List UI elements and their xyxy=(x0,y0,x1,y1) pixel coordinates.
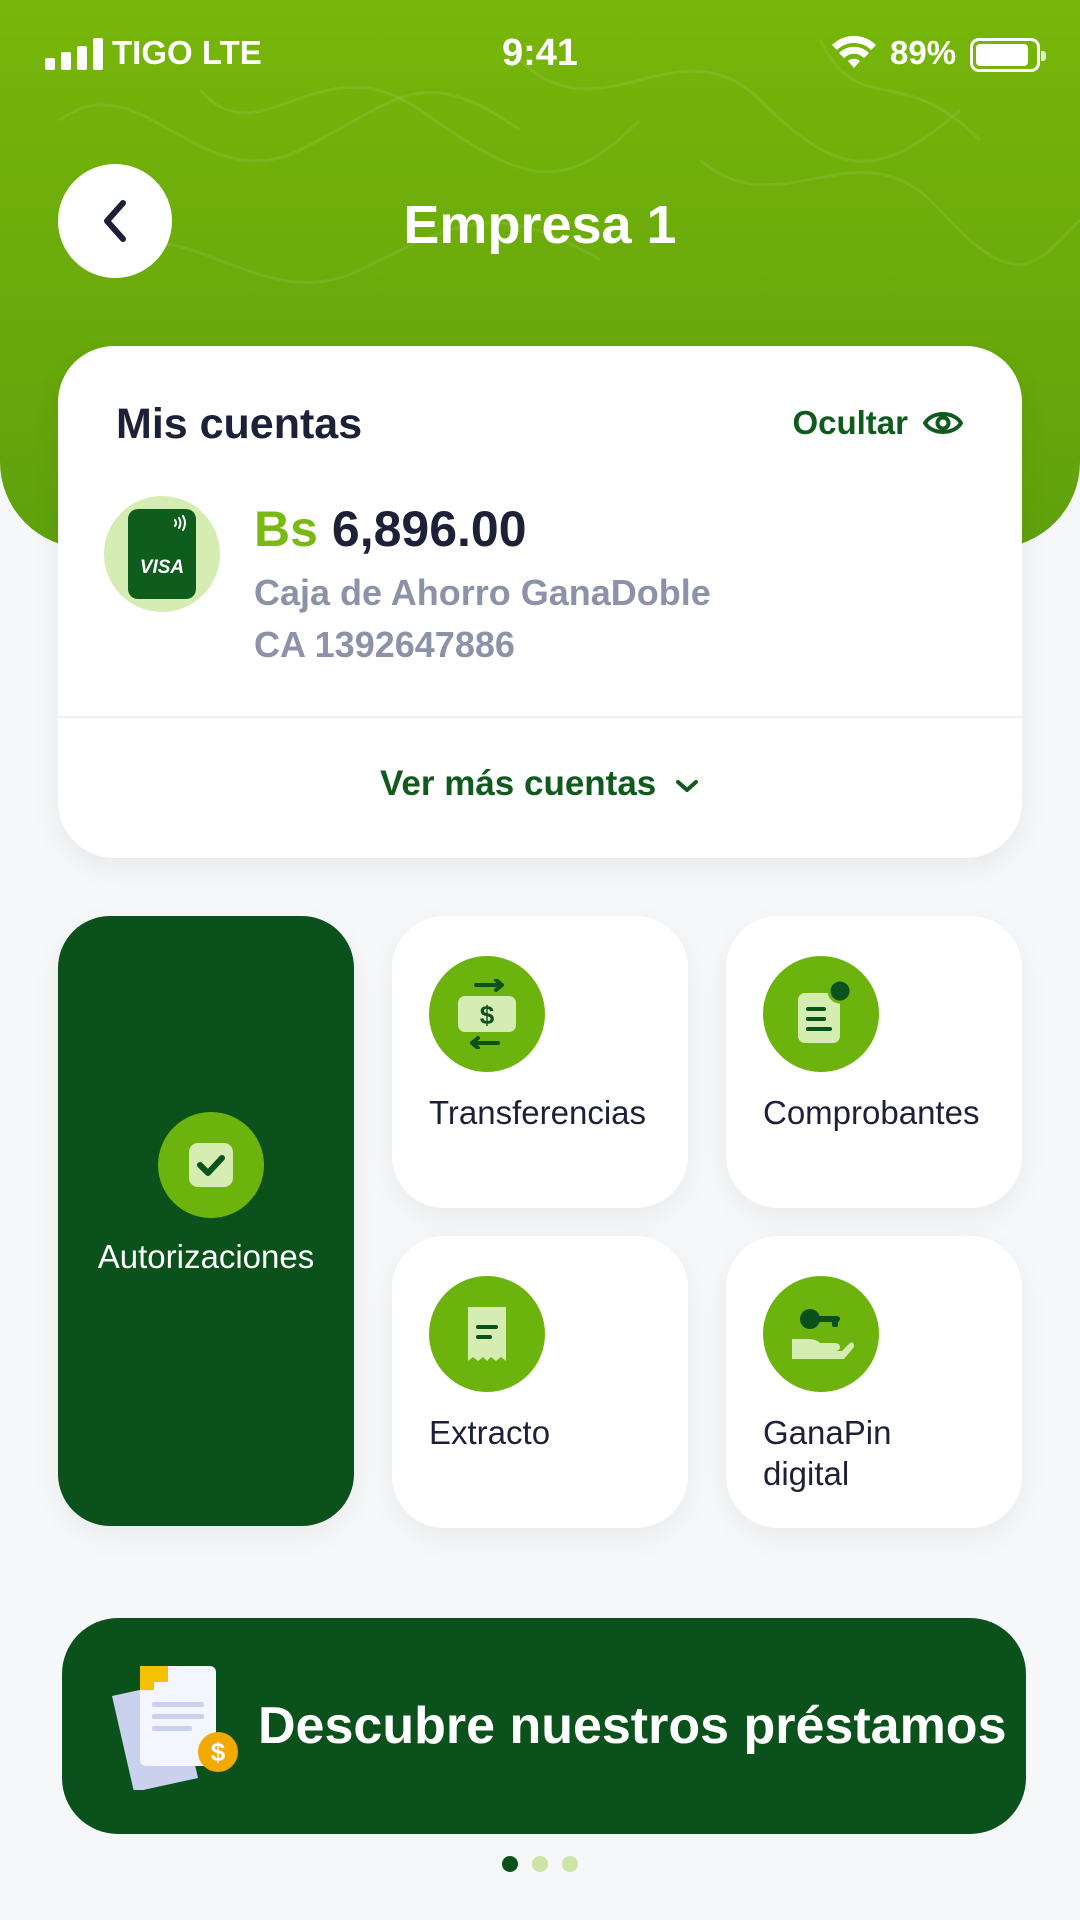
tile-label: Extracto xyxy=(429,1414,551,1451)
hide-balance-button[interactable]: Ocultar xyxy=(792,404,964,442)
tile-autorizaciones[interactable]: Autorizaciones xyxy=(58,916,354,1526)
page-dot-2[interactable] xyxy=(532,1856,548,1872)
accounts-title: Mis cuentas xyxy=(116,400,363,448)
tile-label: GanaPin digital xyxy=(763,1412,891,1494)
wifi-icon xyxy=(832,35,876,68)
authorizations-icon-circle xyxy=(158,1112,264,1218)
svg-text:$: $ xyxy=(211,1737,226,1767)
battery-percentage: 89% xyxy=(890,34,957,71)
accounts-card: Mis cuentas Ocultar VISA Bs 6,896.00 Caja… xyxy=(58,346,1022,858)
receipts-icon-circle xyxy=(763,956,879,1072)
banner-title: Descubre nuestros préstamos xyxy=(258,1697,1007,1755)
page-dot-3[interactable] xyxy=(562,1856,578,1872)
transfer-icon-circle: $ xyxy=(429,956,545,1072)
key-hand-icon xyxy=(792,1309,854,1359)
account-balance: Bs 6,896.00 xyxy=(254,500,527,558)
balance-amount: 6,896.00 xyxy=(331,501,527,557)
tile-label-line1: GanaPin xyxy=(763,1414,892,1451)
carousel-pagination xyxy=(0,1856,1080,1872)
account-number: CA 1392647886 xyxy=(254,624,515,665)
transfer-money-icon: $ xyxy=(458,979,516,1049)
tile-comprobantes[interactable]: Comprobantes xyxy=(726,916,1022,1208)
tile-label: Comprobantes xyxy=(763,1094,980,1131)
account-card-avatar: VISA xyxy=(104,496,220,612)
tile-extracto[interactable]: Extracto xyxy=(392,1236,688,1528)
status-bar: TIGO LTE 9:41 89% xyxy=(0,0,1080,110)
more-accounts-button[interactable]: Ver más cuentas xyxy=(58,764,1022,804)
tile-label: Transferencias xyxy=(429,1094,647,1131)
loans-banner[interactable]: $ Descubre nuestros préstamos xyxy=(62,1618,1026,1834)
check-square-icon xyxy=(189,1143,233,1187)
chevron-down-icon xyxy=(676,779,698,792)
tile-ganapin-digital[interactable]: GanaPin digital xyxy=(726,1236,1022,1528)
statement-icon xyxy=(468,1307,506,1361)
tile-transferencias[interactable]: $ Transferencias xyxy=(392,916,688,1208)
battery-icon xyxy=(970,38,1046,72)
visa-card-icon: VISA xyxy=(128,509,196,599)
account-type: Caja de Ahorro GanaDoble xyxy=(254,572,711,613)
contactless-icon xyxy=(174,515,186,531)
balance-currency: Bs xyxy=(254,501,318,557)
page-title: Empresa 1 xyxy=(403,195,677,255)
statement-icon-circle xyxy=(429,1276,545,1392)
ganapin-icon-circle xyxy=(763,1276,879,1392)
loan-document-icon: $ xyxy=(112,1666,238,1790)
tile-label-line2: digital xyxy=(763,1455,850,1492)
svg-text:$: $ xyxy=(480,1000,495,1030)
hide-label: Ocultar xyxy=(792,404,908,441)
eye-icon xyxy=(923,412,963,434)
more-accounts-label: Ver más cuentas xyxy=(379,764,657,803)
tile-label: Autorizaciones xyxy=(97,1238,315,1275)
card-brand-label: VISA xyxy=(139,557,185,578)
page-dot-1[interactable] xyxy=(502,1856,518,1872)
receipt-notification-icon xyxy=(798,979,853,1043)
divider xyxy=(58,716,1022,718)
